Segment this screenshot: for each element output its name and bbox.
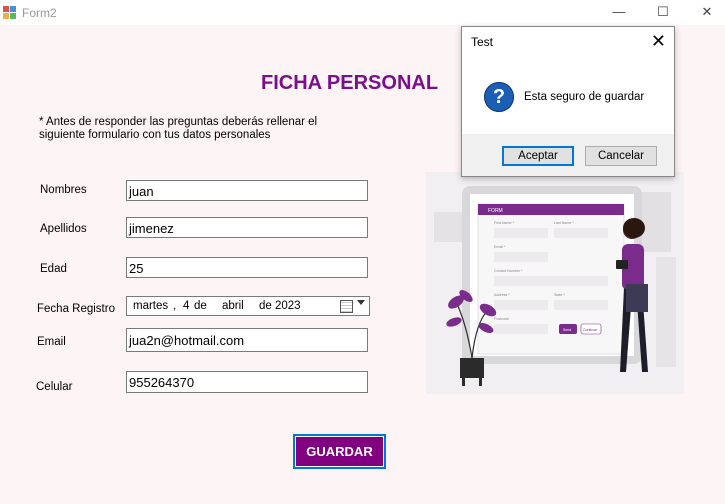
window-titlebar: Form2 — ☐ ✕	[0, 0, 725, 25]
edad-field[interactable]: 25	[126, 257, 368, 278]
app-icon	[3, 6, 16, 19]
apellidos-label: Apellidos	[40, 223, 87, 235]
guardar-button[interactable]: GUARDAR	[293, 434, 386, 469]
date-month: abril	[222, 300, 244, 312]
date-de-2: de	[259, 300, 272, 312]
illustration-header: FORM	[488, 208, 503, 214]
dialog-message: Esta seguro de guardar	[524, 91, 645, 103]
date-separator: ,	[173, 300, 177, 312]
apellidos-field[interactable]: jimenez	[126, 217, 368, 238]
dialog-footer: Aceptar Cancelar	[462, 134, 674, 176]
minimize-button[interactable]: —	[597, 0, 641, 25]
maximize-button[interactable]: ☐	[641, 0, 685, 25]
date-de-1: de	[194, 300, 207, 312]
question-icon: ?	[484, 82, 514, 112]
fecha-registro-picker[interactable]: martes , 4 de abril de 2023	[126, 296, 370, 316]
calendar-icon[interactable]	[340, 300, 353, 313]
illustration-send-label: Send	[563, 328, 571, 332]
date-day: 4	[183, 300, 190, 312]
illustration-field-label: Contact Number *	[494, 269, 523, 273]
illustration-field-label: Address *	[494, 293, 510, 297]
instructions-note: * Antes de responder las preguntas deber…	[39, 116, 318, 141]
nombres-label: Nombres	[40, 184, 87, 196]
date-weekday: martes	[133, 300, 169, 312]
illustration-field-label: Email *	[494, 245, 506, 249]
aceptar-button[interactable]: Aceptar	[502, 146, 574, 166]
close-icon[interactable]: ✕	[651, 31, 666, 52]
confirm-dialog: Test ✕ ? Esta seguro de guardar Aceptar …	[461, 26, 675, 177]
nombres-field[interactable]: juan	[126, 180, 368, 201]
dialog-title: Test	[471, 35, 494, 49]
window-title: Form2	[22, 6, 57, 20]
chevron-down-icon[interactable]	[357, 300, 365, 305]
email-field[interactable]: jua2n@hotmail.com	[126, 328, 368, 352]
form-illustration: FORM First Name * Last Name * Email * Co…	[426, 172, 684, 394]
illustration-continue-label: Continue	[583, 328, 597, 332]
edad-label: Edad	[40, 263, 67, 275]
cancelar-button[interactable]: Cancelar	[585, 146, 657, 166]
email-label: Email	[37, 336, 66, 348]
illustration-field-label: Postcode	[494, 317, 509, 321]
celular-label: Celular	[36, 381, 73, 393]
close-window-button[interactable]: ✕	[685, 0, 725, 25]
celular-field[interactable]: 955264370	[126, 371, 368, 393]
fecha-registro-label: Fecha Registro	[37, 303, 115, 315]
date-year: 2023	[275, 300, 301, 312]
page-title: FICHA PERSONAL	[261, 72, 439, 94]
illustration-field-label: Last Name *	[554, 221, 574, 225]
illustration-field-label: State *	[554, 293, 565, 297]
illustration-field-label: First Name *	[494, 221, 515, 225]
